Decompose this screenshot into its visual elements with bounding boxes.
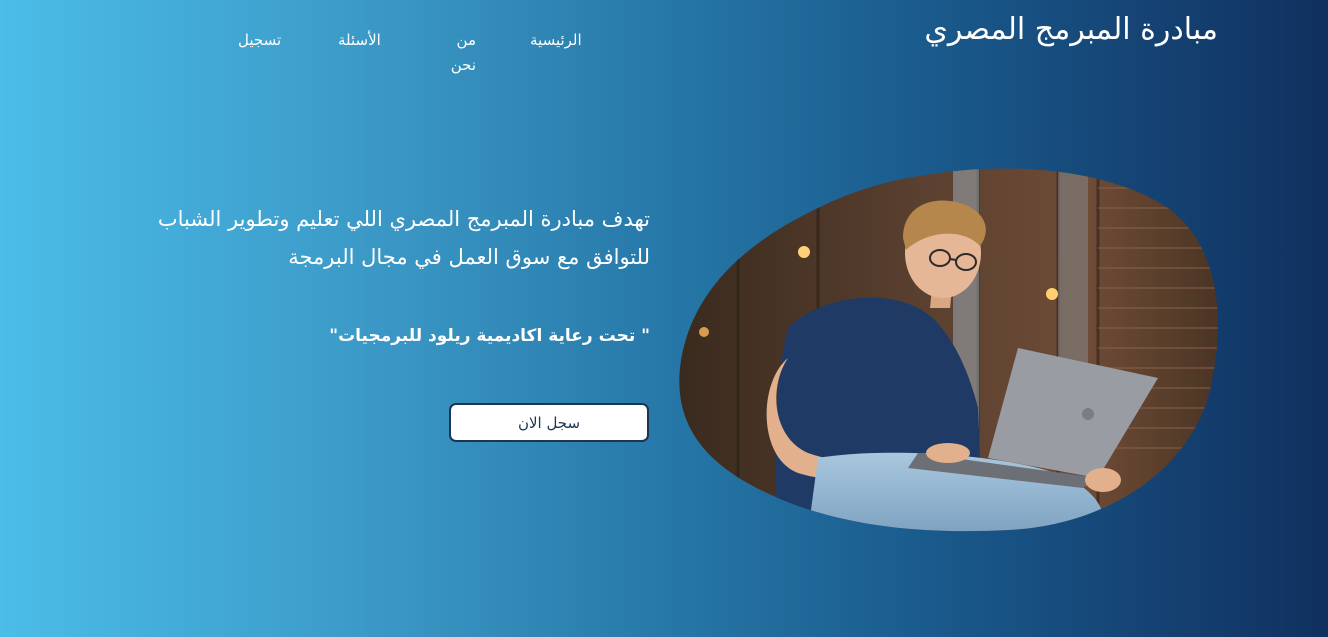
hero-description: تهدف مبادرة المبرمج المصري اللي تعليم وت… [157,207,650,269]
person-with-laptop-photo [679,168,1218,532]
site-logo[interactable]: مبادرة المبرمج المصري [924,12,1218,47]
main-nav: الرئيسية من نحن الأسئلة تسجيل [0,28,700,88]
nav-link-faq[interactable]: الأسئلة [338,28,381,53]
nav-link-about[interactable]: من نحن [436,28,476,78]
sponsor-text: " تحت رعاية اكاديمية ريلود للبرمجيات" [329,326,650,346]
register-now-button[interactable]: سجل الان [449,403,649,442]
nav-link-home[interactable]: الرئيسية [530,28,582,53]
nav-link-register[interactable]: تسجيل [238,28,281,53]
